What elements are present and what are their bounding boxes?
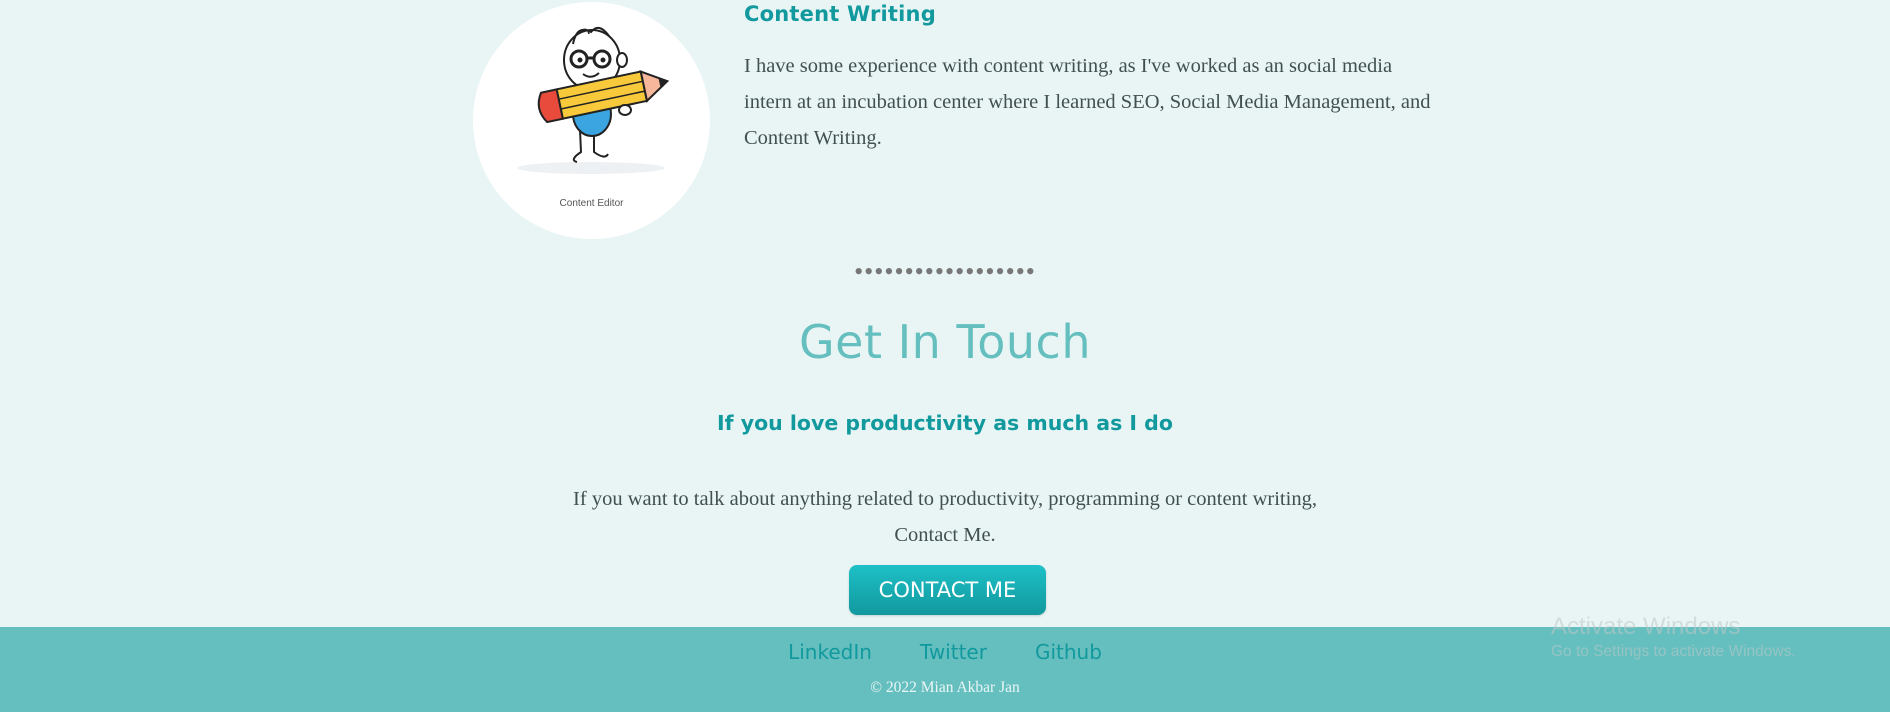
contact-heading: Get In Touch <box>799 315 1091 369</box>
github-link[interactable]: Github <box>1035 640 1102 664</box>
twitter-link[interactable]: Twitter <box>920 640 987 664</box>
linkedin-link[interactable]: LinkedIn <box>788 640 872 664</box>
skill-section: Content Editor Content Writing I have so… <box>473 2 1473 242</box>
footer-links: LinkedIn Twitter Github <box>0 640 1890 664</box>
footer: LinkedIn Twitter Github © 2022 Mian Akba… <box>0 627 1890 712</box>
contact-subheading: If you love productivity as much as I do <box>717 411 1173 435</box>
dotted-divider: •••••••••••••••••• <box>854 257 1036 286</box>
skill-title: Content Writing <box>744 2 936 26</box>
skill-description: I have some experience with content writ… <box>744 55 1431 149</box>
content-editor-illustration: Content Editor <box>473 2 710 239</box>
image-caption: Content Editor <box>559 198 624 209</box>
contact-me-button[interactable]: CONTACT ME <box>849 565 1046 615</box>
contact-description: If you want to talk about anything relat… <box>573 488 1317 546</box>
copyright-text: © 2022 Mian Akbar Jan <box>870 679 1020 696</box>
